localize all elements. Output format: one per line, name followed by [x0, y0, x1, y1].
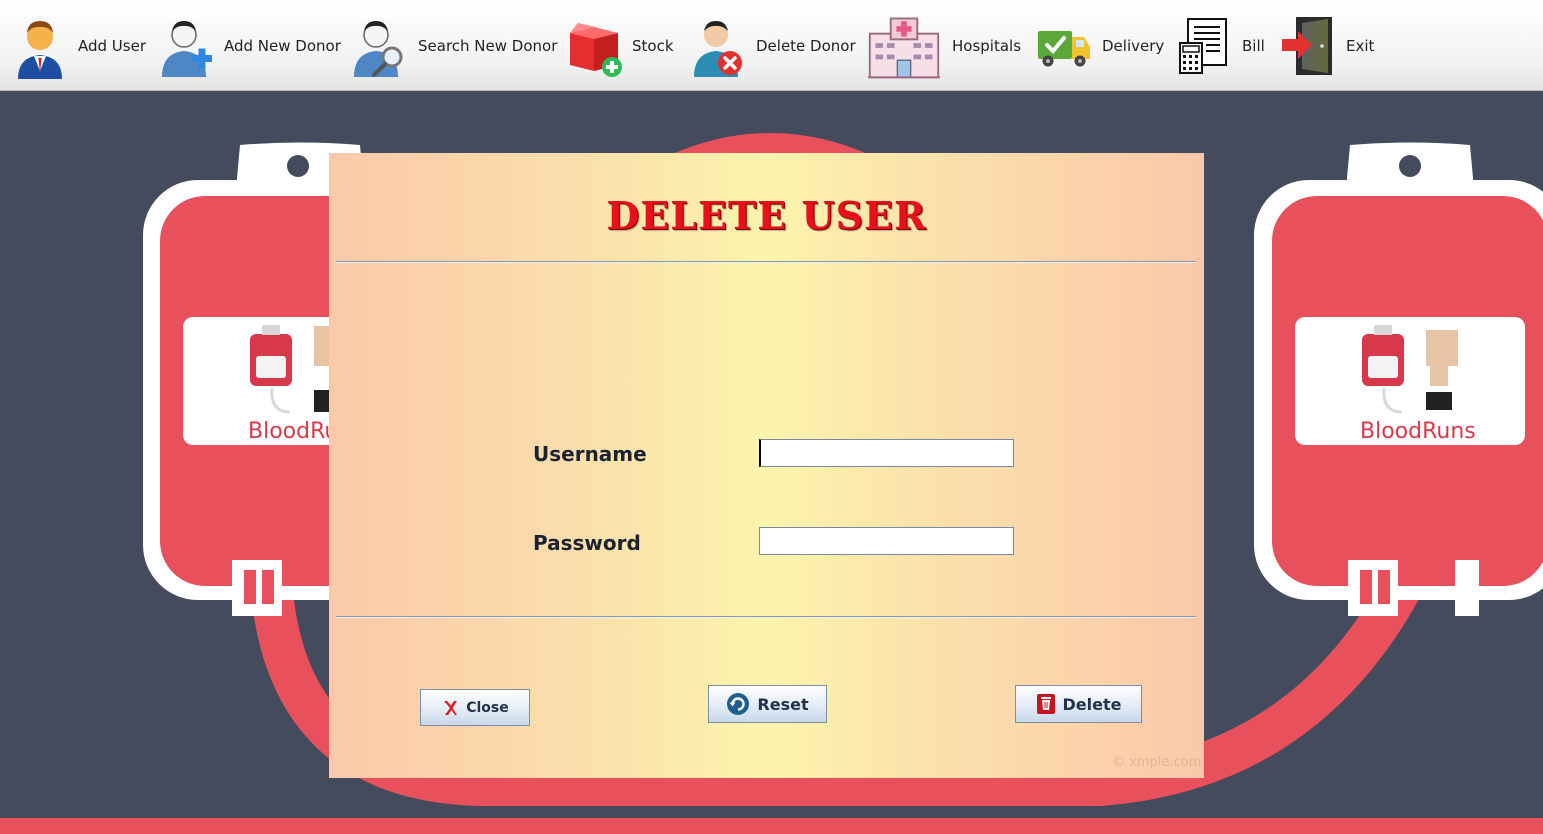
- search-donor-icon: [354, 20, 403, 77]
- toolbar-delete-donor-button[interactable]: Delete Donor: [690, 0, 856, 91]
- refresh-icon: [727, 693, 750, 715]
- delete-button-label: Delete: [1062, 694, 1122, 714]
- username-input[interactable]: [759, 439, 1014, 467]
- right-brand-text: BloodRuns: [1360, 419, 1476, 444]
- left-brand-text: BloodRu: [248, 419, 338, 444]
- bottom-accent-strip: [0, 818, 1543, 834]
- reset-button[interactable]: Reset: [708, 685, 827, 723]
- delivery-label: Delivery: [1102, 36, 1165, 55]
- bottom-separator: [336, 616, 1196, 618]
- dialog-title: DELETE USER: [606, 193, 927, 238]
- bill-icon: [1179, 17, 1227, 74]
- toolbar-add-user-button[interactable]: Add User: [12, 0, 146, 91]
- exit-door-icon: [1282, 16, 1332, 75]
- toolbar-hospitals-button[interactable]: Hospitals: [866, 0, 1021, 91]
- trash-icon: [1036, 694, 1055, 714]
- delete-donor-label: Delete Donor: [756, 36, 856, 55]
- add-user-label: Add User: [78, 36, 146, 55]
- bill-label: Bill: [1242, 36, 1265, 55]
- close-x-icon: [444, 700, 458, 715]
- close-button-label: Close: [466, 699, 509, 716]
- stock-icon: [570, 22, 622, 77]
- main-toolbar: Add User Add New Donor Search New Donor: [0, 0, 1543, 91]
- toolbar-exit-button[interactable]: Exit: [1280, 0, 1374, 91]
- exit-label: Exit: [1346, 36, 1375, 55]
- add-new-donor-label: Add New Donor: [224, 36, 341, 55]
- toolbar-delivery-button[interactable]: Delivery: [1036, 0, 1164, 91]
- delete-user-dialog: DELETE USER Username Password Close Rese…: [329, 153, 1204, 778]
- reset-button-label: Reset: [757, 694, 809, 714]
- search-new-donor-label: Search New Donor: [418, 36, 558, 55]
- delete-donor-icon: [694, 20, 742, 77]
- hospitals-label: Hospitals: [952, 36, 1022, 55]
- stock-label: Stock: [632, 36, 674, 55]
- password-label: Password: [533, 531, 641, 555]
- delivery-truck-icon: [1038, 30, 1090, 66]
- toolbar-stock-button[interactable]: Stock: [566, 0, 674, 91]
- top-separator: [336, 261, 1196, 263]
- delete-button[interactable]: Delete: [1015, 685, 1142, 723]
- toolbar-bill-button[interactable]: Bill: [1176, 0, 1265, 91]
- toolbar-search-new-donor-button[interactable]: Search New Donor: [352, 0, 557, 91]
- toolbar-add-new-donor-button[interactable]: Add New Donor: [158, 0, 341, 91]
- add-donor-icon: [162, 20, 212, 77]
- hospital-icon: [867, 17, 941, 78]
- user-icon: [18, 20, 62, 79]
- close-button[interactable]: Close: [420, 689, 530, 726]
- right-blood-bag: BloodRuns: [1254, 142, 1543, 616]
- username-label: Username: [533, 442, 647, 466]
- password-input[interactable]: [759, 527, 1014, 555]
- watermark-text: © xmple.com: [1112, 755, 1202, 770]
